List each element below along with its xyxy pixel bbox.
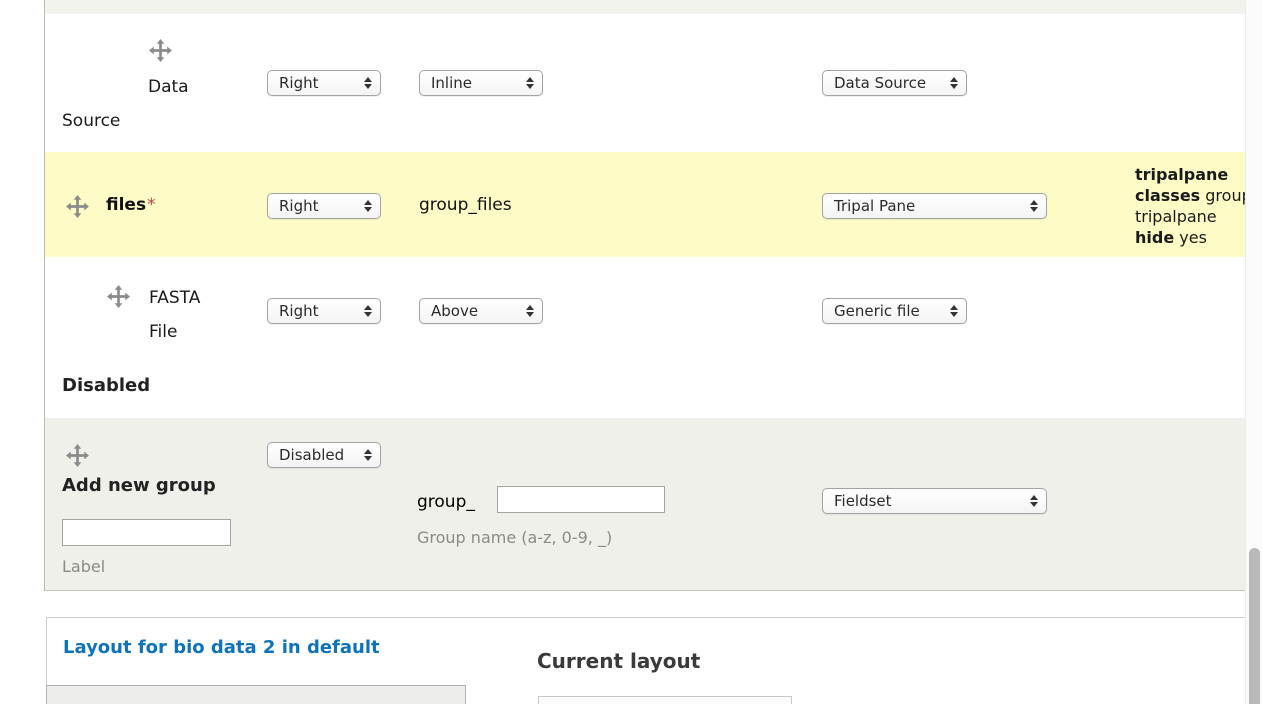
required-marker: * [147,195,156,215]
select-arrows-icon [364,77,372,89]
format-settings-summary: tripalpane classes group_files tripalpan… [1135,164,1245,248]
select-arrows-icon [364,449,372,461]
select-arrows-icon [526,77,534,89]
vertical-scrollbar[interactable] [1245,0,1262,704]
select-arrows-icon [950,305,958,317]
group-label-input[interactable] [62,519,231,546]
table-row-data-source: Data Source Right Inline Data Source [45,14,1245,152]
region-header-label: Disabled [62,375,150,396]
label-caption: Label [62,557,105,576]
layout-fieldset-legend-link[interactable]: Layout for bio data 2 in default [63,637,380,658]
layout-fieldset: Layout for bio data 2 in default Current… [46,617,1245,704]
group-name-prefix: group_ [417,492,475,512]
select-arrows-icon [1030,495,1038,507]
files-label-position-select[interactable]: Right [267,193,381,219]
group-machine-name: group_files [419,195,512,215]
table-row-files-highlighted: files* Right group_files Tripal Pane tri… [45,152,1245,257]
fasta-region-select[interactable]: Generic file [822,298,967,324]
scrollbar-thumb[interactable] [1249,548,1260,704]
add-group-state-select[interactable]: Disabled [267,442,381,468]
add-group-format-select[interactable]: Fieldset [822,488,1047,514]
group-name-input[interactable] [497,486,665,513]
table-row-disabled-region: Disabled [45,345,1245,418]
previous-row-partial [45,0,1245,14]
layout-select-area-partial[interactable] [46,685,466,704]
layout-preview-box-partial [538,696,792,704]
select-arrows-icon [526,305,534,317]
select-arrows-icon [1030,200,1038,212]
group-name-caption: Group name (a-z, 0-9, _) [417,528,612,547]
drag-handle-icon[interactable] [66,444,89,467]
content-area: Data Source Right Inline Data Source [0,0,1245,704]
select-arrows-icon [950,77,958,89]
files-format-select[interactable]: Tripal Pane [822,193,1047,219]
data-source-format-select[interactable]: Inline [419,70,543,96]
field-label: files* [106,195,156,215]
manage-display-screen: Data Source Right Inline Data Source [0,0,1262,704]
data-source-label-position-select[interactable]: Right [267,70,381,96]
drag-handle-icon[interactable] [107,285,130,308]
data-source-region-select[interactable]: Data Source [822,70,967,96]
fasta-format-select[interactable]: Above [419,298,543,324]
field-label: FASTA File [149,281,223,349]
select-arrows-icon [364,200,372,212]
field-display-table: Data Source Right Inline Data Source [44,0,1245,591]
drag-handle-icon[interactable] [149,39,172,62]
fasta-label-position-select[interactable]: Right [267,298,381,324]
table-row-add-new-group: Disabled Add new group Label group_ Grou… [45,418,1245,591]
select-arrows-icon [364,305,372,317]
drag-handle-icon[interactable] [66,195,89,218]
add-new-group-title: Add new group [62,475,216,496]
field-label: Data Source [62,70,197,138]
table-row-fasta-file: FASTA File Right Above Generic file [45,257,1245,345]
current-layout-heading: Current layout [537,649,700,673]
